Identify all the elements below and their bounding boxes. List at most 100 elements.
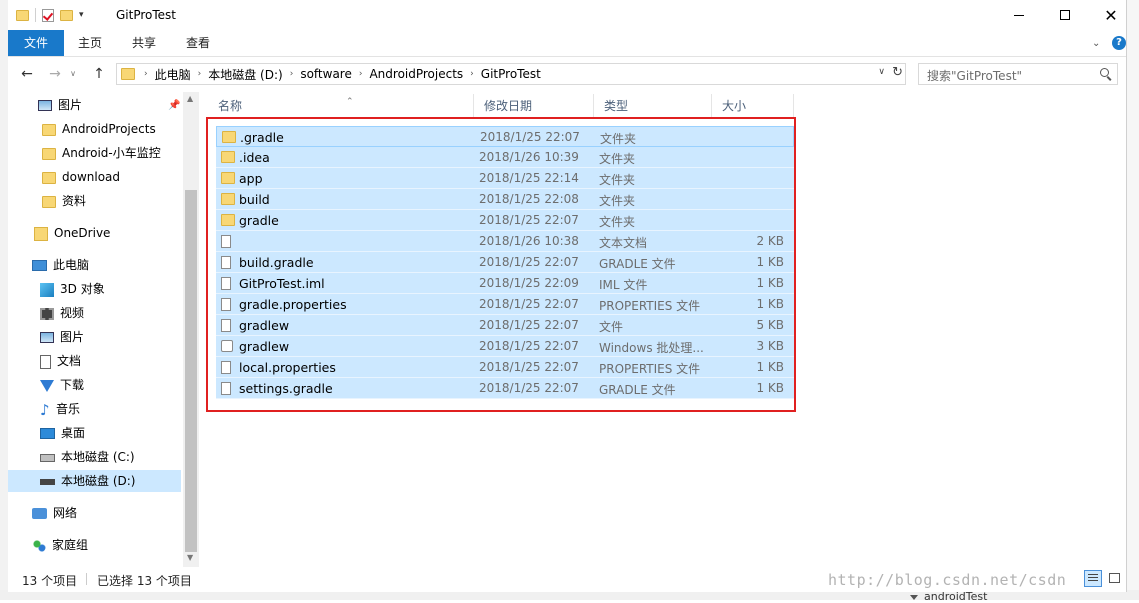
tab-view[interactable]: 查看 (172, 30, 224, 56)
sidebar-item-downloads[interactable]: 下载 (40, 374, 84, 396)
pin-icon[interactable]: 📌 (168, 100, 180, 111)
column-header-name[interactable]: 名称 ⌃ (208, 94, 474, 118)
chevron-right-icon[interactable]: › (356, 69, 366, 79)
breadcrumb-this-pc[interactable]: 此电脑 (151, 66, 195, 83)
sidebar-item-network[interactable]: 网络 (32, 502, 77, 524)
sidebar-item-materials[interactable]: 资料 (42, 190, 86, 212)
file-row[interactable]: local.properties 2018/1/25 22:07 PROPERT… (216, 357, 794, 378)
picture-icon (40, 332, 54, 343)
breadcrumb-software[interactable]: software (296, 67, 356, 81)
file-size: 1 KB (756, 360, 784, 374)
column-header-date[interactable]: 修改日期 (474, 94, 594, 118)
sidebar-item-pictures[interactable]: 图片 (40, 326, 84, 348)
search-input[interactable]: 搜索"GitProTest" (918, 63, 1118, 85)
file-row[interactable]: gradlew 2018/1/25 22:07 Windows 批处理... 3… (216, 336, 794, 357)
sidebar-item-pictures-pinned[interactable]: 图片 (38, 94, 82, 116)
maximize-button[interactable] (1042, 0, 1088, 30)
sidebar-item-download-folder[interactable]: download (42, 166, 120, 188)
file-row[interactable]: 2018/1/26 10:38 文本文档 2 KB (216, 231, 794, 252)
quick-access-toolbar: ▾ (16, 6, 84, 24)
sidebar-item-3d-objects[interactable]: 3D 对象 (40, 278, 105, 300)
breadcrumb-androidprojects[interactable]: AndroidProjects (365, 67, 467, 81)
up-button[interactable]: ↑ (88, 64, 110, 84)
file-icon (221, 319, 231, 332)
file-list: 名称 ⌃ 修改日期 类型 大小 .gradle 2018/1/25 22:07 文… (204, 92, 1126, 567)
close-button[interactable]: ✕ (1088, 0, 1134, 30)
file-type: Windows 批处理... (599, 341, 704, 355)
details-view-button[interactable] (1084, 570, 1102, 587)
properties-icon[interactable] (42, 8, 54, 22)
tab-share[interactable]: 共享 (118, 30, 170, 56)
breadcrumb-drive-d[interactable]: 本地磁盘 (D:) (204, 66, 286, 83)
file-name: gradlew (239, 339, 290, 354)
file-name: local.properties (239, 360, 336, 375)
help-icon[interactable]: ? (1112, 36, 1126, 50)
picture-icon (38, 100, 52, 111)
column-header-size[interactable]: 大小 (712, 94, 794, 118)
minimize-icon (1014, 14, 1024, 16)
folder-icon (221, 193, 235, 205)
chevron-right-icon[interactable]: › (287, 69, 297, 79)
batch-file-icon (221, 340, 233, 352)
expand-ribbon-button[interactable]: ⌄ (1092, 38, 1100, 49)
folder-icon (221, 172, 235, 184)
customize-toolbar-button[interactable]: ▾ (79, 10, 84, 20)
file-row[interactable]: gradlew 2018/1/25 22:07 文件 5 KB (216, 315, 794, 336)
navigation-scrollbar[interactable]: ▲ ▼ (183, 92, 199, 567)
file-row[interactable]: app 2018/1/25 22:14 文件夹 (216, 168, 794, 189)
scroll-down-icon[interactable]: ▼ (187, 553, 193, 562)
forward-button[interactable]: → (44, 64, 66, 84)
scrollbar-thumb[interactable] (185, 190, 197, 552)
tab-home[interactable]: 主页 (64, 30, 116, 56)
recent-locations-button[interactable]: ∨ (66, 64, 80, 84)
chevron-right-icon[interactable]: › (467, 69, 477, 79)
chevron-right-icon[interactable]: › (195, 69, 205, 79)
address-bar[interactable]: › 此电脑 › 本地磁盘 (D:) › software › AndroidPr… (116, 63, 906, 85)
file-row[interactable]: build 2018/1/25 22:08 文件夹 (216, 189, 794, 210)
file-row[interactable]: gradle 2018/1/25 22:07 文件夹 (216, 210, 794, 231)
sidebar-item-drive-c[interactable]: 本地磁盘 (C:) (40, 446, 135, 468)
minimize-button[interactable] (996, 0, 1042, 30)
file-type: 文件夹 (600, 132, 637, 146)
breadcrumb-gitprotest[interactable]: GitProTest (477, 67, 545, 81)
file-row[interactable]: .gradle 2018/1/25 22:07 文件夹 (216, 126, 794, 147)
file-name: gradle.properties (239, 297, 347, 312)
sidebar-item-homegroup[interactable]: 家庭组 (32, 534, 88, 556)
sidebar-item-onedrive[interactable]: OneDrive (34, 222, 110, 244)
column-header-type[interactable]: 类型 (594, 94, 712, 118)
onedrive-icon (34, 226, 48, 241)
new-folder-icon[interactable] (60, 9, 73, 21)
column-header-label: 类型 (604, 99, 629, 113)
sidebar-item-this-pc[interactable]: 此电脑 (32, 254, 89, 276)
ribbon-tabs: 文件 主页 共享 查看 ⌄ ? (8, 30, 1126, 57)
file-date: 2018/1/25 22:07 (479, 213, 579, 227)
address-history-dropdown[interactable]: ∨ (878, 67, 885, 77)
file-row[interactable]: .idea 2018/1/26 10:39 文件夹 (216, 147, 794, 168)
file-row[interactable]: gradle.properties 2018/1/25 22:07 PROPER… (216, 294, 794, 315)
sidebar-item-drive-d[interactable]: 本地磁盘 (D:) (8, 470, 181, 492)
chevron-right-icon[interactable]: › (141, 69, 151, 79)
folder-icon (42, 171, 56, 184)
back-button[interactable]: ← (16, 64, 38, 84)
sidebar-item-documents[interactable]: 文档 (40, 350, 81, 372)
file-row[interactable]: settings.gradle 2018/1/25 22:07 GRADLE 文… (216, 378, 794, 399)
sidebar-item-music[interactable]: ♪ 音乐 (40, 398, 80, 420)
file-type: 文件 (599, 320, 624, 334)
sidebar-item-videos[interactable]: 视频 (40, 302, 84, 324)
search-icon[interactable] (1100, 68, 1109, 77)
scroll-up-icon[interactable]: ▲ (187, 94, 193, 103)
file-row[interactable]: GitProTest.iml 2018/1/25 22:09 IML 文件 1 … (216, 273, 794, 294)
file-size: 5 KB (756, 318, 784, 332)
sidebar-item-desktop[interactable]: 桌面 (40, 422, 85, 444)
file-row[interactable]: build.gradle 2018/1/25 22:07 GRADLE 文件 1… (216, 252, 794, 273)
up-arrow-icon: ↑ (93, 66, 105, 82)
document-icon (40, 354, 51, 369)
folder-icon (42, 123, 56, 136)
sidebar-item-android-car-monitor[interactable]: Android-小车监控 (42, 142, 161, 164)
large-icons-view-button[interactable] (1106, 570, 1124, 587)
refresh-icon[interactable]: ↻ (892, 65, 903, 80)
background-app-edge-left (0, 0, 8, 600)
sidebar-item-label: 本地磁盘 (D:) (61, 474, 136, 488)
tab-file[interactable]: 文件 (8, 30, 64, 56)
sidebar-item-androidprojects[interactable]: AndroidProjects (42, 118, 156, 140)
